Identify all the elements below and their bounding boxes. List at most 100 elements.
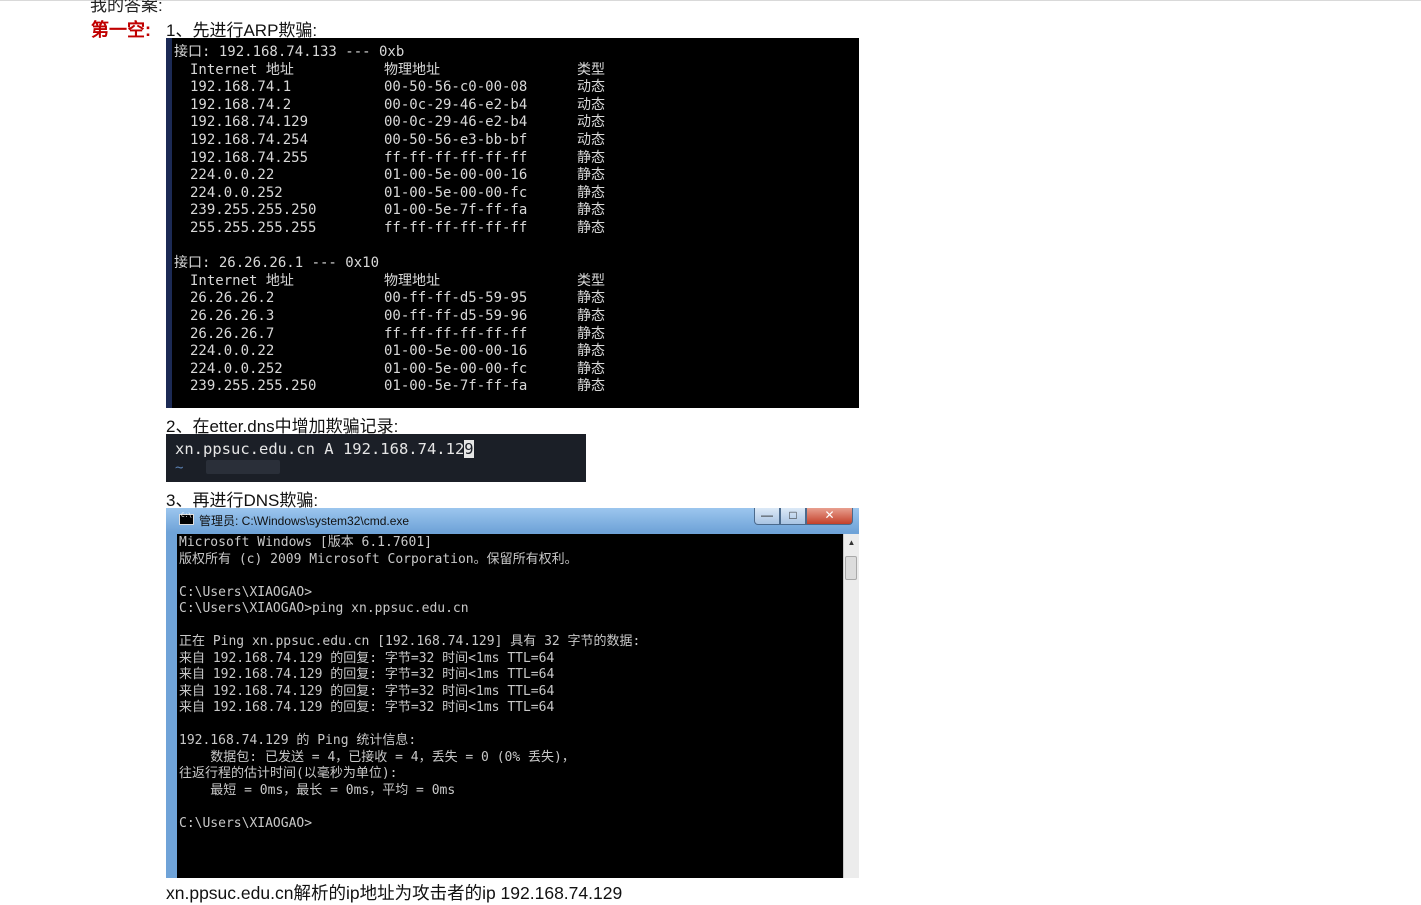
console-line: Microsoft Windows [版本 6.1.7601]: [179, 535, 432, 550]
blank-label: 第一空:: [91, 20, 151, 40]
arp-row-cell: ff-ff-ff-ff-ff-ff: [384, 149, 528, 166]
arp-interface-2: 接口: 26.26.26.1 --- 0x10: [174, 255, 380, 272]
arp-row-cell: 01-00-5e-00-00-16: [384, 167, 528, 184]
arp-row-cell: 01-00-5e-7f-ff-fa: [384, 202, 528, 219]
arp-header-row-cell: Internet 地址: [190, 61, 294, 78]
arp-row-cell: 00-0c-29-46-e2-b4: [384, 114, 528, 131]
arp-header-row: Internet 地址 物理地址 类型: [166, 273, 856, 291]
minimize-button[interactable]: —: [754, 508, 780, 525]
arp-row-cell: 静态: [577, 184, 605, 201]
arp-row-cell: 192.168.74.1: [190, 79, 292, 96]
arp-row-cell: 255.255.255.255: [190, 220, 317, 236]
arp-row-cell: 00-0c-29-46-e2-b4: [384, 96, 528, 113]
arp-row-cell: 192.168.74.129: [190, 114, 309, 131]
arp-row-cell: 224.0.0.252: [190, 360, 283, 377]
arp-row-cell: 192.168.74.2: [190, 96, 292, 113]
arp-row: 239.255.255.250 01-00-5e-7f-ff-fa 静态: [166, 378, 856, 396]
arp-row-cell: 224.0.0.252: [190, 184, 283, 201]
arp-row-cell: 静态: [577, 220, 605, 236]
arp-row: 255.255.255.255 ff-ff-ff-ff-ff-ff 静态: [166, 220, 856, 238]
answer-heading-cut: 我的答案:: [90, 0, 163, 15]
arp-row: 224.0.0.22 01-00-5e-00-00-16 静态: [166, 167, 856, 185]
arp-row-cell: 26.26.26.2: [190, 290, 275, 307]
text-cursor: 9: [464, 440, 474, 458]
arp-row-cell: 动态: [577, 132, 605, 148]
arp-row-cell: 静态: [577, 290, 605, 307]
arp-header-row: Internet 地址 物理地址 类型: [166, 62, 856, 80]
arp-row: 224.0.0.22 01-00-5e-00-00-16 静态: [166, 343, 856, 361]
arp-row: 192.168.74.1 00-50-56-c0-00-08 动态: [166, 79, 856, 97]
arp-header-row-cell: Internet 地址: [190, 272, 294, 289]
console-line: C:\Users\XIAOGAO>: [179, 815, 313, 831]
console-line: C:\Users\XIAOGAO>ping xn.ppsuc.edu.cn: [179, 601, 469, 616]
arp-row-cell: 静态: [577, 149, 605, 166]
console-line: 来自 192.168.74.129 的回复: 字节=32 时间<1ms TTL=…: [179, 667, 555, 682]
console-line: 版权所有 (c) 2009 Microsoft Corporation。保留所有…: [179, 551, 578, 567]
console-line: 192.168.74.129 的 Ping 统计信息:: [179, 733, 417, 748]
arp-row: 26.26.26.7 ff-ff-ff-ff-ff-ff 静态: [166, 326, 856, 344]
arp-row-cell: 静态: [577, 378, 605, 395]
arp-row-cell: 动态: [577, 96, 605, 113]
cmd-scrollbar[interactable]: ▲: [843, 534, 859, 878]
arp-row: 224.0.0.252 01-00-5e-00-00-fc 静态: [166, 185, 856, 203]
scroll-thumb[interactable]: [845, 556, 857, 580]
arp-row-cell: 静态: [577, 167, 605, 184]
console-line: 数据包: 已发送 = 4，已接收 = 4，丢失 = 0 (0% 丢失)，: [179, 749, 575, 765]
console-line: C:\Users\XIAOGAO>: [179, 584, 313, 600]
cmd-title: 管理员: C:\Windows\system32\cmd.exe: [199, 514, 410, 528]
dns-record-line: xn.ppsuc.edu.cn A 192.168.74.129: [175, 440, 474, 458]
arp-row-cell: 静态: [577, 202, 605, 219]
arp-row-cell: 00-ff-ff-d5-59-96: [384, 308, 528, 324]
arp-header-row-cell: 类型: [577, 272, 605, 289]
arp-row-cell: 01-00-5e-00-00-16: [384, 343, 528, 360]
arp-row-cell: 26.26.26.3: [190, 308, 275, 324]
vim-tilde: ~: [175, 460, 184, 476]
arp-row-cell: 192.168.74.254: [190, 132, 309, 148]
etter-dns-screenshot: xn.ppsuc.edu.cn A 192.168.74.129 ~: [166, 434, 586, 482]
scroll-up-icon[interactable]: ▲: [846, 536, 857, 550]
console-line: 正在 Ping xn.ppsuc.edu.cn [192.168.74.129]…: [179, 634, 641, 649]
close-button[interactable]: ✕: [806, 508, 853, 525]
conclusion-text: xn.ppsuc.edu.cn解析的ip地址为攻击者的ip 192.168.74…: [166, 883, 623, 903]
console-line: 最短 = 0ms，最长 = 0ms，平均 = 0ms: [179, 782, 456, 798]
console-line: 往返行程的估计时间(以毫秒为单位):: [179, 766, 398, 781]
arp-row: 26.26.26.2 00-ff-ff-d5-59-95 静态: [166, 290, 856, 308]
arp-row: 192.168.74.254 00-50-56-e3-bb-bf 动态: [166, 132, 856, 150]
arp-row: 192.168.74.255 ff-ff-ff-ff-ff-ff 静态: [166, 150, 856, 168]
arp-header-row-cell: 类型: [577, 61, 605, 78]
arp-interface-1: 接口: 192.168.74.133 --- 0xb: [174, 44, 405, 60]
arp-row: 239.255.255.250 01-00-5e-7f-ff-fa 静态: [166, 202, 856, 220]
arp-row-cell: 动态: [577, 114, 605, 131]
arp-row: 224.0.0.252 01-00-5e-00-00-fc 静态: [166, 361, 856, 379]
arp-row-cell: 01-00-5e-7f-ff-fa: [384, 378, 528, 395]
arp-row-cell: 26.26.26.7: [190, 325, 275, 342]
arp-row-cell: 224.0.0.22: [190, 167, 275, 184]
console-line: 来自 192.168.74.129 的回复: 字节=32 时间<1ms TTL=…: [179, 683, 555, 699]
arp-row-cell: 00-50-56-e3-bb-bf: [384, 132, 528, 148]
arp-table-screenshot: 接口: 192.168.74.133 --- 0xb Internet 地址 物理地…: [166, 38, 859, 408]
dns-record-text: xn.ppsuc.edu.cn A 192.168.74.12: [175, 440, 465, 458]
arp-row: 26.26.26.3 00-ff-ff-d5-59-96 静态: [166, 308, 856, 326]
arp-row-cell: 00-50-56-c0-00-08: [384, 79, 528, 96]
arp-row: 192.168.74.2 00-0c-29-46-e2-b4 动态: [166, 97, 856, 115]
arp-header-row-cell: 物理地址: [384, 272, 440, 289]
cmd-icon: [179, 512, 194, 525]
arp-header-row-cell: 物理地址: [384, 61, 440, 78]
arp-row-cell: 静态: [577, 360, 605, 377]
console-line: 来自 192.168.74.129 的回复: 字节=32 时间<1ms TTL=…: [179, 700, 555, 715]
arp-row-cell: ff-ff-ff-ff-ff-ff: [384, 220, 528, 236]
cmd-window: 管理员: C:\Windows\system32\cmd.exe — □ ✕ M…: [166, 508, 859, 878]
arp-row-cell: 静态: [577, 308, 605, 324]
arp-row-cell: 224.0.0.22: [190, 343, 275, 360]
arp-row-cell: 239.255.255.250: [190, 202, 317, 219]
arp-row-cell: 静态: [577, 343, 605, 360]
arp-row-cell: 192.168.74.255: [190, 149, 309, 166]
arp-row: 192.168.74.129 00-0c-29-46-e2-b4 动态: [166, 114, 856, 132]
faded-text: [206, 460, 280, 474]
arp-row-cell: ff-ff-ff-ff-ff-ff: [384, 325, 528, 342]
cmd-console[interactable]: Microsoft Windows [版本 6.1.7601] 版权所有 (c) …: [177, 534, 843, 878]
maximize-button[interactable]: □: [780, 508, 806, 525]
arp-row-cell: 01-00-5e-00-00-fc: [384, 360, 528, 377]
arp-row-cell: 动态: [577, 79, 605, 96]
top-border: [0, 0, 1421, 1]
